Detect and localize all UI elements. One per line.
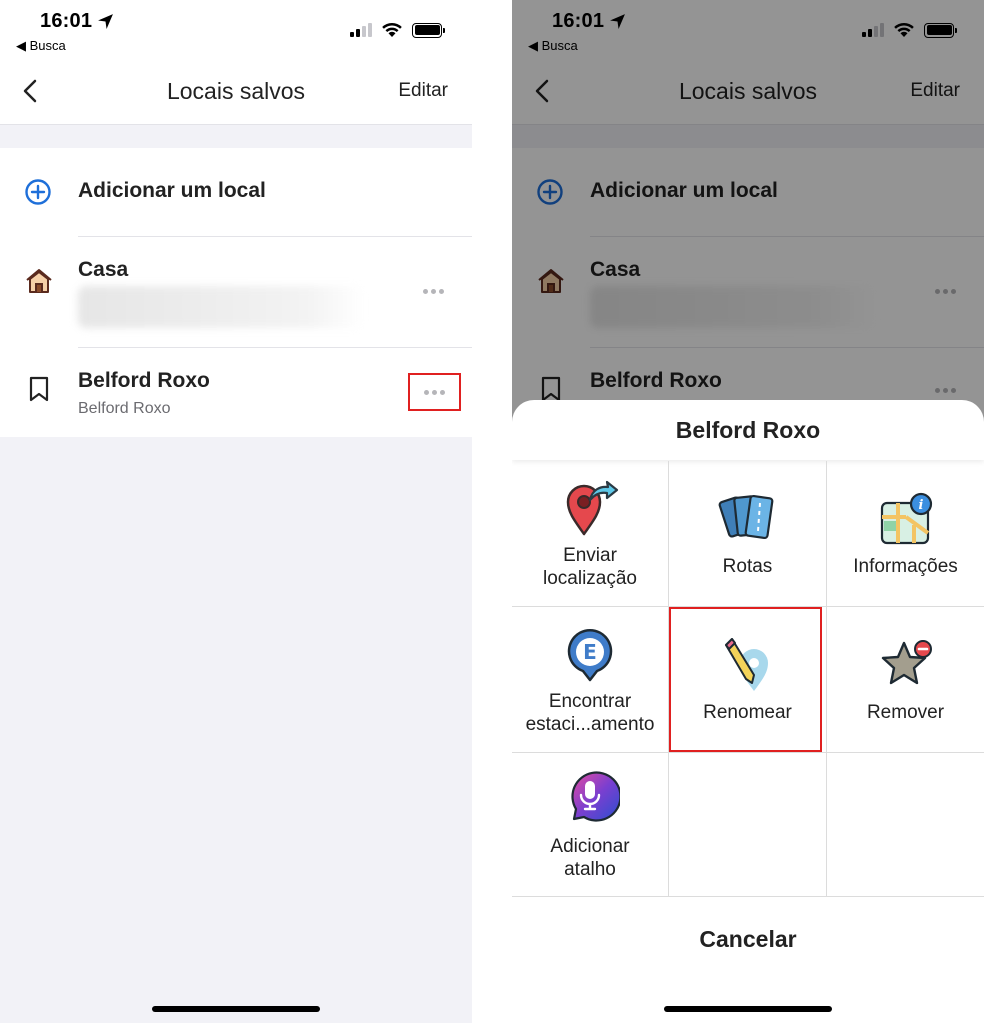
action-rename[interactable]: Renomear xyxy=(669,607,827,753)
saved-places-list: Adicionar um local Casa Belford Roxo Bel… xyxy=(0,148,472,437)
action-sheet: Belford Roxo Enviar localização Rotas i … xyxy=(512,400,984,1023)
add-circle-icon xyxy=(25,179,51,205)
add-place-label: Adicionar um local xyxy=(78,179,266,202)
microphone-icon xyxy=(571,770,620,822)
screen-saved-places: 16:01 ◀ Busca Locais salvos Editar Adici… xyxy=(0,0,472,1023)
action-label: Informações xyxy=(853,556,958,577)
empty-cell xyxy=(669,753,827,897)
action-label: Enviar localização xyxy=(543,544,637,589)
list-item-belford-roxo[interactable]: Belford Roxo Belford Roxo xyxy=(0,347,472,437)
info-map-icon: i xyxy=(880,492,932,545)
send-location-icon xyxy=(566,480,619,535)
action-label: Adicionar atalho xyxy=(550,835,630,880)
parking-icon: E xyxy=(567,628,613,681)
saved-place-subtitle: Belford Roxo xyxy=(78,400,171,417)
add-place-row[interactable]: Adicionar um local xyxy=(0,148,472,236)
location-arrow-icon xyxy=(98,14,113,29)
battery-icon xyxy=(412,22,445,38)
status-time: 16:01 xyxy=(40,10,93,32)
top-bar: 16:01 ◀ Busca Locais salvos Editar xyxy=(0,0,472,125)
action-routes[interactable]: Rotas xyxy=(669,461,827,607)
wifi-icon xyxy=(382,22,402,37)
list-item-home[interactable]: Casa xyxy=(0,236,472,347)
home-address-blurred xyxy=(78,286,364,328)
edit-button[interactable]: Editar xyxy=(398,80,448,102)
svg-text:E: E xyxy=(583,640,597,664)
status-icons xyxy=(350,22,445,38)
action-info[interactable]: i Informações xyxy=(827,461,984,607)
more-options-button-highlighted[interactable] xyxy=(408,373,461,411)
home-indicator xyxy=(664,1006,832,1012)
screen-saved-places-with-sheet: 16:01 ◀ Busca Locais salvos Editar Adici… xyxy=(512,0,984,1023)
back-to-app-link[interactable]: ◀ Busca xyxy=(16,38,66,54)
saved-place-title: Belford Roxo xyxy=(78,369,210,392)
action-label: Remover xyxy=(866,702,945,723)
action-remove[interactable]: Remover xyxy=(827,607,984,753)
action-label: Rotas xyxy=(722,556,773,577)
home-indicator xyxy=(152,1006,320,1012)
cellular-signal-icon xyxy=(350,22,372,37)
home-icon xyxy=(26,269,52,293)
action-find-parking[interactable]: E Encontrar estaci...amento xyxy=(512,607,669,753)
empty-cell xyxy=(827,753,984,897)
bookmark-icon xyxy=(29,376,49,402)
remove-star-icon xyxy=(881,640,932,685)
more-options-icon[interactable] xyxy=(423,289,444,294)
cancel-button[interactable]: Cancelar xyxy=(512,897,984,981)
action-send-location[interactable]: Enviar localização xyxy=(512,461,669,607)
routes-cards-icon xyxy=(718,494,773,540)
more-options-icon xyxy=(424,389,445,395)
action-sheet-title: Belford Roxo xyxy=(512,400,984,460)
action-label: Encontrar estaci...amento xyxy=(525,690,655,735)
svg-text:i: i xyxy=(918,498,923,513)
action-grid: Enviar localização Rotas i Informações E… xyxy=(512,461,984,897)
highlight-box xyxy=(669,607,822,752)
action-add-shortcut[interactable]: Adicionar atalho xyxy=(512,753,669,897)
home-title: Casa xyxy=(78,258,129,281)
